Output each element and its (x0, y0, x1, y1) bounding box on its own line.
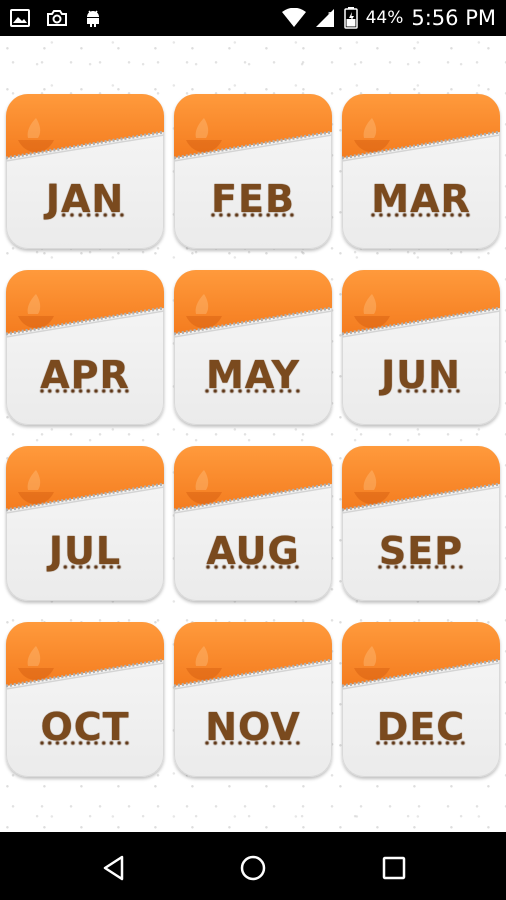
month-tile-mar[interactable]: MAR (342, 94, 500, 249)
month-tile-sep[interactable]: SEP (342, 446, 500, 601)
calendar-flap-icon (6, 270, 164, 340)
calendar-flap-icon (174, 270, 332, 340)
month-tile-nov[interactable]: NOV (174, 622, 332, 777)
calendar-flap-icon (174, 622, 332, 692)
recents-icon (382, 856, 406, 880)
month-tile-aug[interactable]: AUG (174, 446, 332, 601)
wifi-icon (281, 8, 306, 28)
calendar-flap-icon (342, 446, 500, 516)
navigation-bar (0, 832, 506, 900)
month-label: AUG (206, 529, 300, 573)
month-tile-dec[interactable]: DEC (342, 622, 500, 777)
status-bar: R 44% 5:56 PM (0, 0, 506, 36)
month-label: OCT (40, 705, 130, 749)
month-label: NOV (205, 705, 301, 749)
calendar-flap-icon (342, 94, 500, 164)
back-button[interactable] (96, 850, 132, 886)
battery-icon (343, 7, 358, 29)
month-tile-jul[interactable]: JUL (6, 446, 164, 601)
calendar-flap-icon (342, 270, 500, 340)
month-tile-jun[interactable]: JUN (342, 270, 500, 425)
calendar-flap-icon (342, 622, 500, 692)
back-icon (103, 855, 124, 881)
status-left-icons (10, 6, 102, 30)
main-content: JAN FEB MAR APR MAY JUN JUL AUG SEP OCT NOV DEC (0, 36, 506, 832)
month-label: SEP (378, 529, 464, 573)
month-tile-jan[interactable]: JAN (6, 94, 164, 249)
home-button[interactable] (235, 850, 271, 886)
image-icon (10, 9, 30, 27)
month-label: MAR (371, 177, 471, 221)
month-label: JUN (381, 353, 461, 397)
month-label: JAN (45, 177, 125, 221)
month-tile-feb[interactable]: FEB (174, 94, 332, 249)
month-tile-oct[interactable]: OCT (6, 622, 164, 777)
calendar-flap-icon (174, 446, 332, 516)
month-tile-may[interactable]: MAY (174, 270, 332, 425)
screen: R 44% 5:56 PM JAN FEB MAR APR MAY JUN JUL AUG SE… (0, 0, 506, 900)
month-label: MAY (205, 353, 301, 397)
month-grid: JAN FEB MAR APR MAY JUN JUL AUG SEP OCT NOV DEC (6, 94, 502, 777)
recents-button[interactable] (376, 850, 412, 886)
calendar-flap-icon (174, 94, 332, 164)
month-label: DEC (376, 705, 466, 749)
calendar-flap-icon (6, 622, 164, 692)
month-tile-apr[interactable]: APR (6, 270, 164, 425)
android-icon (84, 8, 102, 28)
status-right-icons: R 44% 5:56 PM (281, 4, 496, 32)
battery-percent: 44% (365, 8, 404, 28)
home-icon (240, 855, 266, 881)
calendar-flap-icon (6, 94, 164, 164)
month-label: APR (40, 353, 130, 397)
svg-text:R: R (328, 11, 333, 19)
camera-icon (46, 9, 68, 27)
cell-signal-icon: R (314, 8, 336, 28)
calendar-flap-icon (6, 446, 164, 516)
month-label: JUL (48, 529, 122, 573)
clock: 5:56 PM (411, 6, 496, 30)
month-label: FEB (211, 177, 295, 221)
